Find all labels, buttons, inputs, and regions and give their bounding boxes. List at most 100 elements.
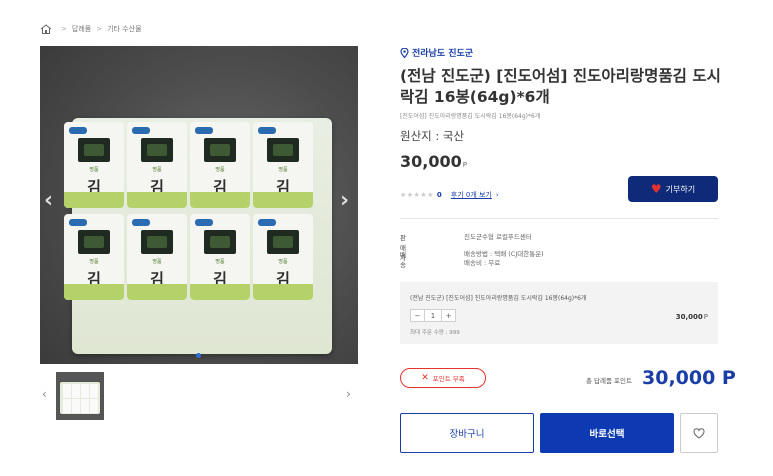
seaweed-window: [204, 138, 236, 162]
bag-label: 명품: [278, 167, 288, 173]
bag-band: [127, 192, 187, 208]
product-bag: 명품 김: [253, 122, 313, 208]
product-bag: 명품 김: [127, 122, 187, 208]
bag-label: 명품: [152, 259, 162, 265]
thumbnail-cell: [90, 384, 98, 398]
thumbnail-image[interactable]: [56, 372, 104, 420]
bag-band: [253, 192, 313, 208]
bag-band: [190, 284, 250, 300]
option-price-unit: P: [703, 313, 708, 321]
brand-logo: [132, 219, 150, 226]
quantity-plus-button[interactable]: +: [441, 309, 456, 322]
rating-row: ★★★★★ 0 후기 0개 보기 ›: [400, 190, 499, 200]
product-bag: 명품 김: [253, 214, 313, 300]
brand-logo: [258, 127, 276, 134]
breadcrumb-separator: >: [96, 25, 103, 33]
product-title: (전남 진도군) [진도어섬] 진도아리랑명품김 도시락김 16봉(64g)*6…: [400, 67, 721, 106]
heart-icon: ♥: [650, 182, 662, 196]
brand-logo: [258, 219, 276, 226]
quantity-minus-button[interactable]: −: [410, 309, 425, 322]
chevron-right-icon[interactable]: ›: [496, 191, 499, 199]
brand-logo: [69, 219, 87, 226]
seaweed-window: [78, 230, 110, 254]
thumbnail-cell: [72, 384, 80, 398]
donate-button[interactable]: ♥ 기부하기: [628, 176, 718, 202]
seller-value: 진도군수협 로컬푸드센터: [464, 233, 532, 241]
selected-option-box: (전남 진도군) [진도어섬] 진도아리랑명품김 도시락김 16봉(64g)*6…: [400, 282, 718, 344]
chevron-right-icon[interactable]: ›: [340, 188, 349, 213]
quantity-stepper: − 1 +: [410, 309, 456, 322]
wishlist-button[interactable]: [680, 413, 718, 453]
brand-logo: [195, 219, 213, 226]
star-rating-icon: ★★★★★: [400, 191, 434, 199]
buy-now-button[interactable]: 바로선택: [540, 413, 674, 453]
breadcrumb-separator: >: [61, 25, 67, 33]
rating-count: 0: [436, 191, 442, 199]
slide-indicator[interactable]: [196, 353, 201, 358]
thumbnail-cell: [63, 399, 71, 413]
total-label: 총 답례품 포인트: [586, 377, 632, 385]
product-price: 30,000P: [400, 152, 467, 171]
thumbnail-cell: [90, 399, 98, 413]
brand-logo: [195, 127, 213, 134]
product-bag: 명품 김: [190, 122, 250, 208]
bag-band: [253, 284, 313, 300]
bag-label: 명품: [278, 259, 288, 265]
product-bag: 명품 김: [127, 214, 187, 300]
price-value: 30,000: [400, 152, 462, 171]
thumbnail-cell: [81, 384, 89, 398]
seaweed-window: [204, 230, 236, 254]
thumbnail-cell: [72, 399, 80, 413]
insufficient-points-label: 포인트 부족: [432, 375, 465, 383]
bag-band: [64, 192, 124, 208]
total-price: 30,000 P: [642, 367, 736, 389]
quantity-input[interactable]: 1: [425, 309, 441, 322]
option-name: (전남 진도군) [진도어섬] 진도아리랑명품김 도시락김 16봉(64g)*6…: [410, 295, 587, 302]
breadcrumb: > 답례품 > 기타 수산물: [40, 24, 142, 34]
brand-logo: [132, 127, 150, 134]
seaweed-window: [141, 230, 173, 254]
location-pin-icon: [400, 47, 409, 58]
price-unit: P: [462, 161, 467, 169]
region-label: 전라남도 진도군: [400, 46, 473, 59]
product-bag: 명품 김: [64, 214, 124, 300]
close-icon: ✕: [421, 373, 429, 383]
bag-label: 명품: [89, 167, 99, 173]
product-bag: 명품 김: [64, 122, 124, 208]
product-subtitle: [진도어섬] 진도아리랑명품김 도시락김 16봉(64g)*6개: [400, 113, 541, 120]
chevron-left-icon[interactable]: ‹: [44, 188, 53, 213]
thumbnail-next-icon[interactable]: ›: [346, 387, 351, 401]
bag-band: [190, 192, 250, 208]
product-origin: 원산지 : 국산: [400, 129, 465, 143]
seaweed-window: [267, 138, 299, 162]
thumbnail-cell: [63, 384, 71, 398]
donate-label: 기부하기: [665, 184, 696, 194]
breadcrumb-item-gifts[interactable]: 답례품: [72, 24, 91, 34]
seaweed-window: [141, 138, 173, 162]
product-bag: 명품 김: [190, 214, 250, 300]
shipping-fee: 배송비 : 무료: [464, 259, 501, 267]
region-text: 전라남도 진도군: [412, 49, 474, 59]
insufficient-points-button[interactable]: ✕ 포인트 부족: [400, 368, 486, 388]
brand-logo: [69, 127, 87, 134]
option-price-value: 30,000: [675, 313, 703, 321]
seaweed-window: [78, 138, 110, 162]
thumbnail-prev-icon[interactable]: ‹: [42, 387, 47, 401]
bag-label: 명품: [152, 167, 162, 173]
bag-label: 명품: [215, 259, 225, 265]
add-to-cart-button[interactable]: 장바구니: [400, 413, 534, 453]
max-quantity-note: 최대 주문 수량 : 999: [410, 330, 460, 336]
bag-band: [64, 284, 124, 300]
bag-label: 명품: [215, 167, 225, 173]
seaweed-window: [267, 230, 299, 254]
thumbnail-cell: [81, 399, 89, 413]
product-main-image: 명품 김 명품 김 명품 김 명품 김 명품 김 명품 김 명품 김 명품 김 ‹ ›: [40, 46, 358, 364]
home-icon[interactable]: [40, 24, 52, 34]
review-link[interactable]: 후기 0개 보기: [451, 190, 492, 200]
heart-outline-icon: [693, 427, 705, 439]
divider: [400, 218, 718, 219]
shipping-key: 배송: [400, 251, 406, 269]
bag-label: 명품: [89, 259, 99, 265]
option-price: 30,000P: [676, 313, 708, 321]
breadcrumb-item-seafood[interactable]: 기타 수산물: [107, 24, 141, 34]
